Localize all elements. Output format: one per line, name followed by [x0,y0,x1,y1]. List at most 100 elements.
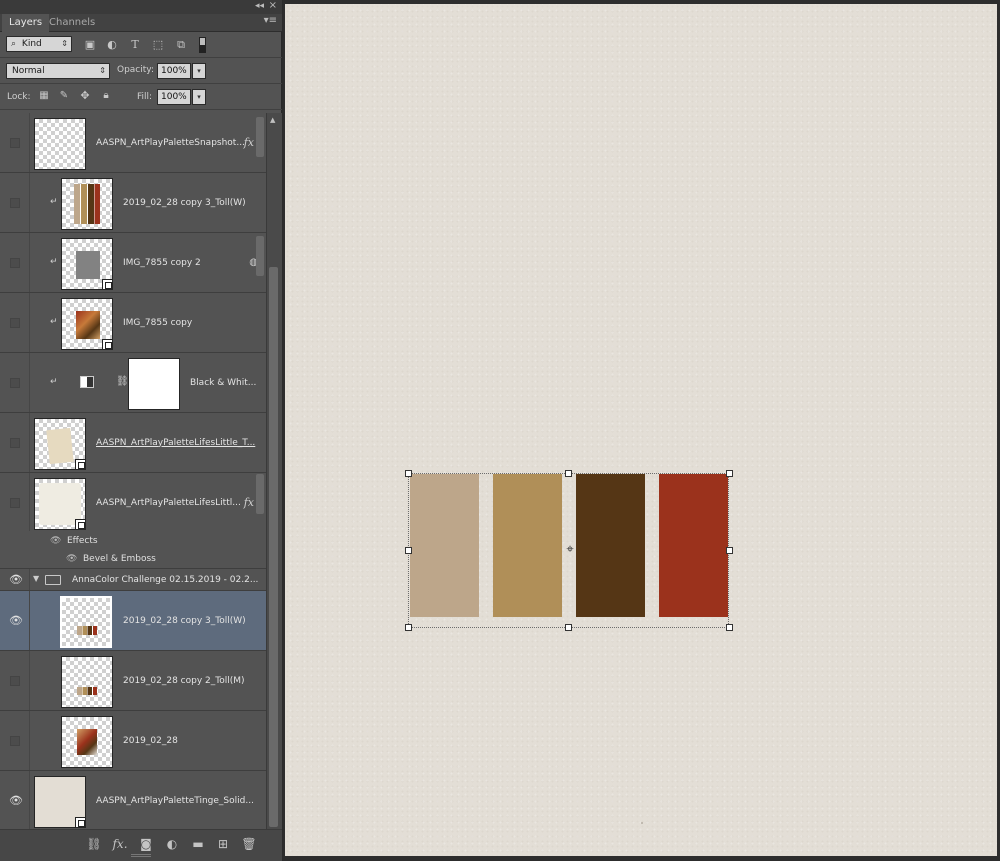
transform-handle-top-right[interactable] [726,470,733,477]
smart-object-badge-icon [102,279,112,289]
add-layer-style-fx-icon[interactable]: fx. [111,836,129,852]
effect-eye-icon[interactable]: 👁︎ [50,535,61,547]
filter-kind-select[interactable]: ⌕ Kind ⇕ [6,36,72,52]
link-layers-icon[interactable]: ⛓ [85,836,103,852]
new-layer-icon[interactable]: ⊞ [214,836,232,852]
canvas[interactable]: ⌖ [285,4,997,856]
add-mask-icon[interactable]: ◙ [137,836,155,852]
visibility-toggle[interactable] [0,651,30,710]
scroll-up-arrow-icon[interactable]: ▲ [270,116,275,124]
panel-resize-grip[interactable] [131,854,151,857]
visibility-off-box [10,675,20,686]
tab-channels[interactable]: Channels [42,14,102,32]
layer-row[interactable]: ↵ 2019_02_28 copy 3_Toll(W) [0,173,266,233]
visibility-off-box [10,197,20,208]
transform-handle-right[interactable] [726,547,733,554]
visibility-toggle[interactable]: 👁︎ [0,771,30,829]
layer-effects-icon[interactable]: fx [244,496,254,509]
new-group-folder-icon[interactable]: ▬ [189,836,207,852]
layer-row[interactable]: AASPN_ArtPlayPaletteLifesLittle_T... [0,413,266,473]
row-scroll-handle[interactable] [256,117,264,157]
layer-mask-thumbnail[interactable] [128,358,180,410]
layer-thumbnail [60,596,112,648]
layer-filter-row: ⌕ Kind ⇕ ▣ ◐ T ⬚ ⧉ [0,32,282,58]
row-scroll-handle[interactable] [256,236,264,276]
layer-effects-icon[interactable]: fx [244,136,254,149]
transform-pivot-crosshair-icon[interactable]: ⌖ [563,543,577,557]
eye-icon: 👁︎ [9,613,23,627]
filter-toggle-switch[interactable] [199,37,206,53]
transform-handle-bottom-left[interactable] [405,624,412,631]
smart-object-badge-icon [75,519,85,529]
opacity-label: Opacity: [117,65,154,75]
layer-thumbnail [61,656,113,708]
layer-name: AASPN_ArtPlayPaletteLifesLittle_T... [96,437,256,448]
layer-row[interactable]: AASPN_ArtPlayPaletteLifesLittl... fx [0,473,266,533]
visibility-off-box [10,497,20,508]
panel-menu-icon[interactable]: ▾≡ [264,15,277,26]
fill-input[interactable]: 100% [157,89,191,105]
filter-smartobject-icon[interactable]: ⧉ [173,37,189,53]
visibility-toggle[interactable] [0,293,30,352]
row-scroll-handle[interactable] [256,474,264,514]
expand-triangle-icon[interactable]: ▼ [33,574,39,583]
transform-handle-top-left[interactable] [405,470,412,477]
layer-thumbnail [34,776,86,828]
opacity-input[interactable]: 100% [157,63,191,79]
visibility-toggle[interactable] [0,413,30,472]
opacity-dropdown-icon[interactable]: ▾ [192,63,206,79]
visibility-toggle[interactable] [0,711,30,770]
layer-row[interactable]: 2019_02_28 copy 2_Toll(M) [0,651,266,711]
close-panel-icon[interactable]: × [269,0,277,11]
visibility-toggle[interactable] [0,353,30,412]
transform-handle-bottom[interactable] [565,624,572,631]
transform-handle-left[interactable] [405,547,412,554]
smart-object-badge-icon [102,339,112,349]
blend-opacity-row: Normal ⇕ Opacity: 100% ▾ [0,58,282,84]
effect-bevel-row[interactable]: 👁︎ Bevel & Emboss [0,550,266,569]
filter-type-icon[interactable]: T [127,37,143,53]
transform-handle-bottom-right[interactable] [726,624,733,631]
new-adjustment-layer-icon[interactable]: ◐ [163,836,181,852]
mask-link-chain-icon[interactable]: ⛓ [116,376,129,387]
layer-name: 2019_02_28 copy 3_Toll(W) [123,197,246,208]
effects-row[interactable]: 👁︎ Effects [0,531,266,550]
visibility-toggle[interactable] [0,113,30,172]
layer-row[interactable]: 👁︎ AASPN_ArtPlayPaletteTinge_Solid... [0,771,266,829]
layer-row[interactable]: 2019_02_28 [0,711,266,771]
lock-all-padlock-icon[interactable]: 🔒︎ [98,88,114,104]
filter-pixel-icon[interactable]: ▣ [82,37,98,53]
layer-thumbnail [61,716,113,768]
fill-label: Fill: [137,92,153,102]
filter-adjustment-icon[interactable]: ◐ [104,37,120,53]
lock-transparent-icon[interactable]: ▦ [36,88,52,104]
clipping-mask-arrow-icon: ↵ [50,376,58,387]
layer-row[interactable]: ↵ IMG_7855 copy [0,293,266,353]
collapse-panel-icon[interactable]: ◂◂ [255,1,264,11]
visibility-toggle[interactable] [0,173,30,232]
visibility-off-box [10,257,20,268]
visibility-toggle[interactable] [0,233,30,292]
layer-group-row[interactable]: 👁︎ ▼ AnnaColor Challenge 02.15.2019 - 02… [0,569,266,591]
fill-dropdown-icon[interactable]: ▾ [192,89,206,105]
transform-handle-top[interactable] [565,470,572,477]
layer-name: IMG_7855 copy 2 [123,257,201,268]
visibility-toggle[interactable]: 👁︎ [0,569,30,590]
scrollbar-thumb[interactable] [269,267,278,827]
panel-title-bar: ◂◂ × [0,0,282,14]
layer-row-selected[interactable]: 👁︎ 2019_02_28 copy 3_Toll(W) [0,591,266,651]
visibility-toggle[interactable]: 👁︎ [0,591,30,650]
effect-eye-icon[interactable]: 👁︎ [66,553,77,565]
thumb-color-image [76,311,100,339]
lock-position-move-icon[interactable]: ✥ [77,88,93,104]
visibility-off-box [10,137,20,148]
visibility-toggle[interactable] [0,473,30,532]
blend-mode-select[interactable]: Normal ⇕ [6,63,110,79]
layer-row[interactable]: ↵ ⛓ Black & Whit... [0,353,266,413]
filter-shape-icon[interactable]: ⬚ [150,37,166,53]
layer-row[interactable]: ↵ IMG_7855 copy 2 ◍ [0,233,266,293]
lock-image-brush-icon[interactable]: ✎ [56,88,72,104]
visibility-off-box [10,437,20,448]
delete-layer-trash-icon[interactable]: 🗑︎ [240,836,258,852]
layer-row[interactable]: AASPN_ArtPlayPaletteSnapshot... fx [0,113,266,173]
